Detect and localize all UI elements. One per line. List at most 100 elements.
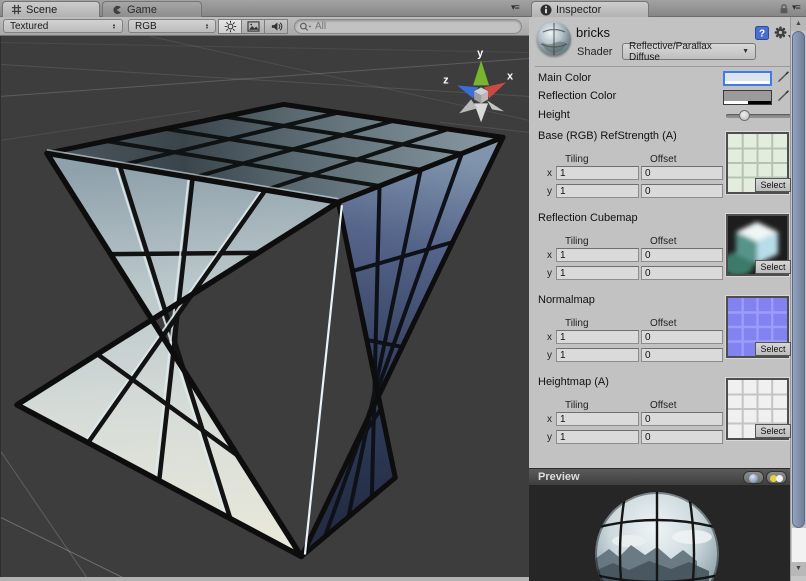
section-title: Base (RGB) RefStrength (A)	[538, 130, 677, 142]
offset-header: Offset	[650, 400, 677, 411]
select-button[interactable]: Select	[755, 342, 791, 356]
offset-x-field[interactable]	[641, 412, 723, 426]
color-channel-dropdown[interactable]: RGB ▲▼	[128, 19, 216, 33]
material-sphere-thumbnail	[537, 22, 571, 56]
game-icon	[111, 4, 123, 16]
inspector-tabstrip: Inspector ▾≡	[529, 0, 806, 17]
gizmo-z-label: z	[443, 74, 449, 86]
sphere-icon	[749, 474, 758, 483]
gizmo-axis-back-right[interactable]	[487, 100, 504, 111]
x-row-label: x	[547, 414, 552, 425]
lighting-toggle-button[interactable]	[218, 19, 242, 34]
section-title: Heightmap (A)	[538, 376, 609, 388]
x-row-label: x	[547, 250, 552, 261]
gizmo-x-label: x	[507, 70, 514, 82]
offset-header: Offset	[650, 154, 677, 165]
tab-game[interactable]: Game	[102, 1, 202, 17]
tab-scene[interactable]: Scene	[2, 1, 100, 17]
offset-y-field[interactable]	[641, 184, 723, 198]
y-row-label: y	[547, 186, 552, 197]
preview-sphere	[529, 485, 790, 581]
tiling-header: Tiling	[565, 318, 589, 329]
scrollbar-thumb[interactable]	[792, 31, 805, 528]
tiling-header: Tiling	[565, 236, 589, 247]
inspector-info-icon	[540, 4, 552, 16]
scrollbar-track[interactable]	[792, 528, 806, 562]
select-button[interactable]: Select	[755, 260, 791, 274]
light-dot-white	[776, 475, 783, 482]
image-icon	[247, 21, 260, 32]
reflection-color-swatch[interactable]	[723, 90, 772, 105]
offset-header: Offset	[650, 236, 677, 247]
offset-x-field[interactable]	[641, 166, 723, 180]
dropdown-arrow-icon: ▼	[742, 48, 749, 55]
select-button[interactable]: Select	[755, 424, 791, 438]
inspector-panel-menu-icon[interactable]: ▾≡	[792, 2, 800, 13]
tiling-y-field[interactable]	[556, 348, 639, 362]
eyedropper-icon[interactable]	[775, 89, 790, 104]
offset-header: Offset	[650, 318, 677, 329]
height-slider-thumb[interactable]	[739, 110, 750, 121]
render-mode-value: Textured	[10, 21, 48, 32]
gizmo-y-axis[interactable]	[473, 60, 489, 85]
preview-sphere-button[interactable]	[743, 471, 764, 484]
preview-header[interactable]: Preview	[529, 468, 790, 485]
help-icon[interactable]: ?	[755, 26, 769, 40]
tiling-x-field[interactable]	[556, 248, 639, 262]
y-row-label: y	[547, 350, 552, 361]
alpha-bar	[725, 81, 770, 84]
scroll-up-arrow[interactable]: ▲	[791, 17, 806, 31]
search-input[interactable]	[313, 20, 487, 33]
tab-inspector[interactable]: Inspector	[531, 1, 649, 17]
material-name: bricks	[576, 25, 610, 40]
x-row-label: x	[547, 168, 552, 179]
tiling-header: Tiling	[565, 154, 589, 165]
window-edge	[0, 577, 529, 581]
divider	[535, 66, 790, 67]
tiling-y-field[interactable]	[556, 430, 639, 444]
audio-toggle-button[interactable]	[264, 19, 288, 34]
unity-editor-window: Scene Game ▾≡ Textured ▲▼ RGB ▲▼	[0, 0, 806, 581]
main-color-swatch[interactable]	[723, 71, 772, 86]
scene-viewport[interactable]: y x z	[0, 36, 529, 577]
tiling-y-field[interactable]	[556, 184, 639, 198]
preview-lighting-button[interactable]	[766, 471, 787, 484]
gizmo-axis-down[interactable]	[474, 103, 488, 122]
scene-search-field[interactable]	[294, 19, 522, 34]
tiling-x-field[interactable]	[556, 412, 639, 426]
scene-panel-menu-icon[interactable]: ▾≡	[511, 2, 519, 13]
lock-icon[interactable]	[778, 3, 790, 15]
scroll-down-arrow[interactable]: ▼	[791, 562, 806, 576]
tiling-x-field[interactable]	[556, 330, 639, 344]
offset-y-field[interactable]	[641, 266, 723, 280]
offset-x-field[interactable]	[641, 248, 723, 262]
gizmo-axis-back-left[interactable]	[459, 99, 477, 113]
render-mode-dropdown[interactable]: Textured ▲▼	[3, 19, 123, 33]
eyedropper-icon[interactable]	[775, 70, 790, 85]
height-label: Height	[538, 109, 570, 121]
offset-y-field[interactable]	[641, 348, 723, 362]
tab-inspector-label: Inspector	[556, 4, 601, 16]
offset-y-field[interactable]	[641, 430, 723, 444]
select-button[interactable]: Select	[755, 178, 791, 192]
offset-x-field[interactable]	[641, 330, 723, 344]
height-slider[interactable]	[726, 114, 792, 118]
y-row-label: y	[547, 268, 552, 279]
section-title: Reflection Cubemap	[538, 212, 638, 224]
shader-label: Shader	[577, 46, 612, 58]
y-row-label: y	[547, 432, 552, 443]
inspector-scrollbar[interactable]: ▲ ▼	[790, 17, 806, 581]
render-paths-button[interactable]	[241, 19, 265, 34]
svg-text:?: ?	[759, 29, 765, 40]
shader-dropdown[interactable]: Reflective/Parallax Diffuse ▼	[622, 43, 756, 60]
section-title: Normalmap	[538, 294, 595, 306]
scene-toolbar: Textured ▲▼ RGB ▲▼	[0, 17, 529, 36]
tiling-header: Tiling	[565, 400, 589, 411]
material-preview-area[interactable]	[529, 485, 790, 581]
textured-cube[interactable]	[17, 104, 503, 556]
orientation-gizmo[interactable]: y x z	[443, 47, 514, 122]
material-sphere-lines	[537, 22, 571, 56]
color-channel-value: RGB	[135, 21, 157, 32]
tiling-x-field[interactable]	[556, 166, 639, 180]
tiling-y-field[interactable]	[556, 266, 639, 280]
